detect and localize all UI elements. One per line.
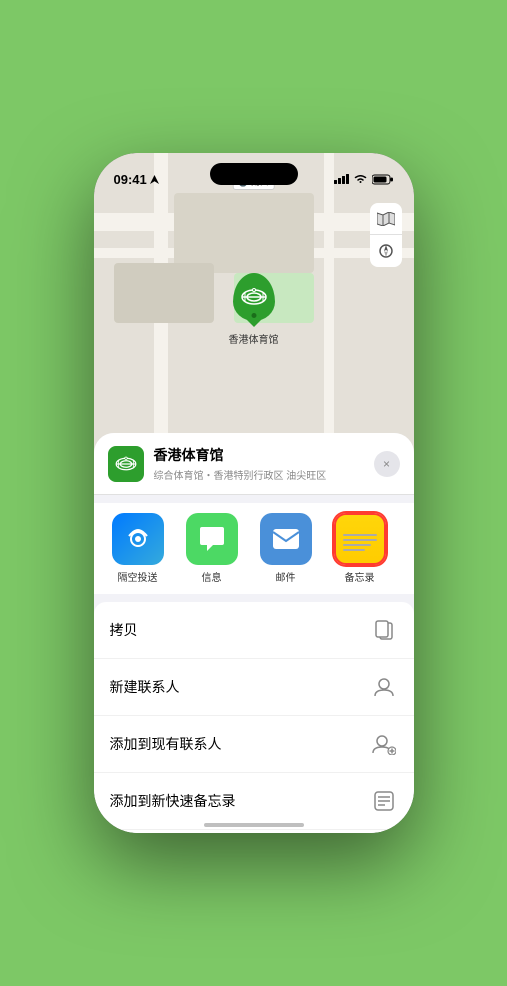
clock: 09:41 xyxy=(114,172,147,187)
action-quick-note-label: 添加到新快速备忘录 xyxy=(110,791,236,811)
signal-icon xyxy=(334,174,349,184)
share-row: 隔空投送 信息 xyxy=(94,503,414,594)
new-contact-icon xyxy=(370,673,398,701)
notes-label: 备忘录 xyxy=(345,569,375,584)
airdrop-label: 隔空投送 xyxy=(118,569,158,584)
share-item-mail[interactable]: 邮件 xyxy=(250,513,322,584)
phone-frame: 09:41 xyxy=(94,153,414,833)
add-contact-icon xyxy=(370,730,398,758)
action-list: 拷贝 新建联系人 xyxy=(94,602,414,833)
action-item-add-contact[interactable]: 添加到现有联系人 xyxy=(94,716,414,773)
mail-symbol xyxy=(271,527,301,551)
mail-icon xyxy=(260,513,312,565)
mail-label: 邮件 xyxy=(276,569,296,584)
action-item-print[interactable]: 打印 xyxy=(94,830,414,833)
venue-card-logo xyxy=(108,446,144,482)
airdrop-symbol xyxy=(124,525,152,553)
share-item-messages[interactable]: 信息 xyxy=(176,513,248,584)
notes-lines-decoration xyxy=(339,528,381,551)
map-area: 🚇 南口 xyxy=(94,153,414,463)
battery-icon xyxy=(372,174,394,185)
bottom-sheet: 香港体育馆 综合体育馆・香港特别行政区 油尖旺区 × xyxy=(94,433,414,833)
action-item-quick-note[interactable]: 添加到新快速备忘录 xyxy=(94,773,414,830)
action-copy-label: 拷贝 xyxy=(110,620,138,640)
copy-icon xyxy=(370,616,398,644)
status-icons xyxy=(334,174,394,185)
venue-name-label: 香港体育馆 xyxy=(229,331,279,346)
venue-card: 香港体育馆 综合体育馆・香港特别行政区 油尖旺区 × xyxy=(94,433,414,495)
messages-label: 信息 xyxy=(202,569,222,584)
share-item-more[interactable]: 推 xyxy=(398,513,414,584)
map-controls xyxy=(370,203,402,267)
map-icon xyxy=(377,212,395,226)
quick-note-icon xyxy=(370,787,398,815)
venue-card-close-button[interactable]: × xyxy=(374,451,400,477)
venue-pin[interactable]: 香港体育馆 xyxy=(229,273,279,346)
dynamic-island xyxy=(210,163,298,185)
venue-card-desc: 综合体育馆・香港特别行政区 油尖旺区 xyxy=(154,467,364,482)
action-add-contact-label: 添加到现有联系人 xyxy=(110,734,222,754)
venue-card-info: 香港体育馆 综合体育馆・香港特别行政区 油尖旺区 xyxy=(154,445,364,482)
compass-icon xyxy=(378,243,394,259)
messages-icon xyxy=(186,513,238,565)
venue-logo-icon xyxy=(115,455,137,473)
status-time: 09:41 xyxy=(114,172,159,187)
wifi-icon xyxy=(354,174,367,184)
stadium-icon xyxy=(241,286,267,308)
action-new-contact-label: 新建联系人 xyxy=(110,677,180,697)
home-indicator xyxy=(204,823,304,827)
map-type-button[interactable] xyxy=(370,203,402,235)
location-icon xyxy=(150,175,159,184)
phone-screen: 09:41 xyxy=(94,153,414,833)
airdrop-icon xyxy=(112,513,164,565)
messages-symbol xyxy=(197,525,227,553)
share-item-notes[interactable]: 备忘录 xyxy=(324,513,396,584)
notes-icon xyxy=(334,513,386,565)
action-item-copy[interactable]: 拷贝 xyxy=(94,602,414,659)
venue-card-name: 香港体育馆 xyxy=(154,445,364,465)
share-item-airdrop[interactable]: 隔空投送 xyxy=(102,513,174,584)
action-item-new-contact[interactable]: 新建联系人 xyxy=(94,659,414,716)
location-button[interactable] xyxy=(370,235,402,267)
venue-pin-icon xyxy=(233,273,275,321)
